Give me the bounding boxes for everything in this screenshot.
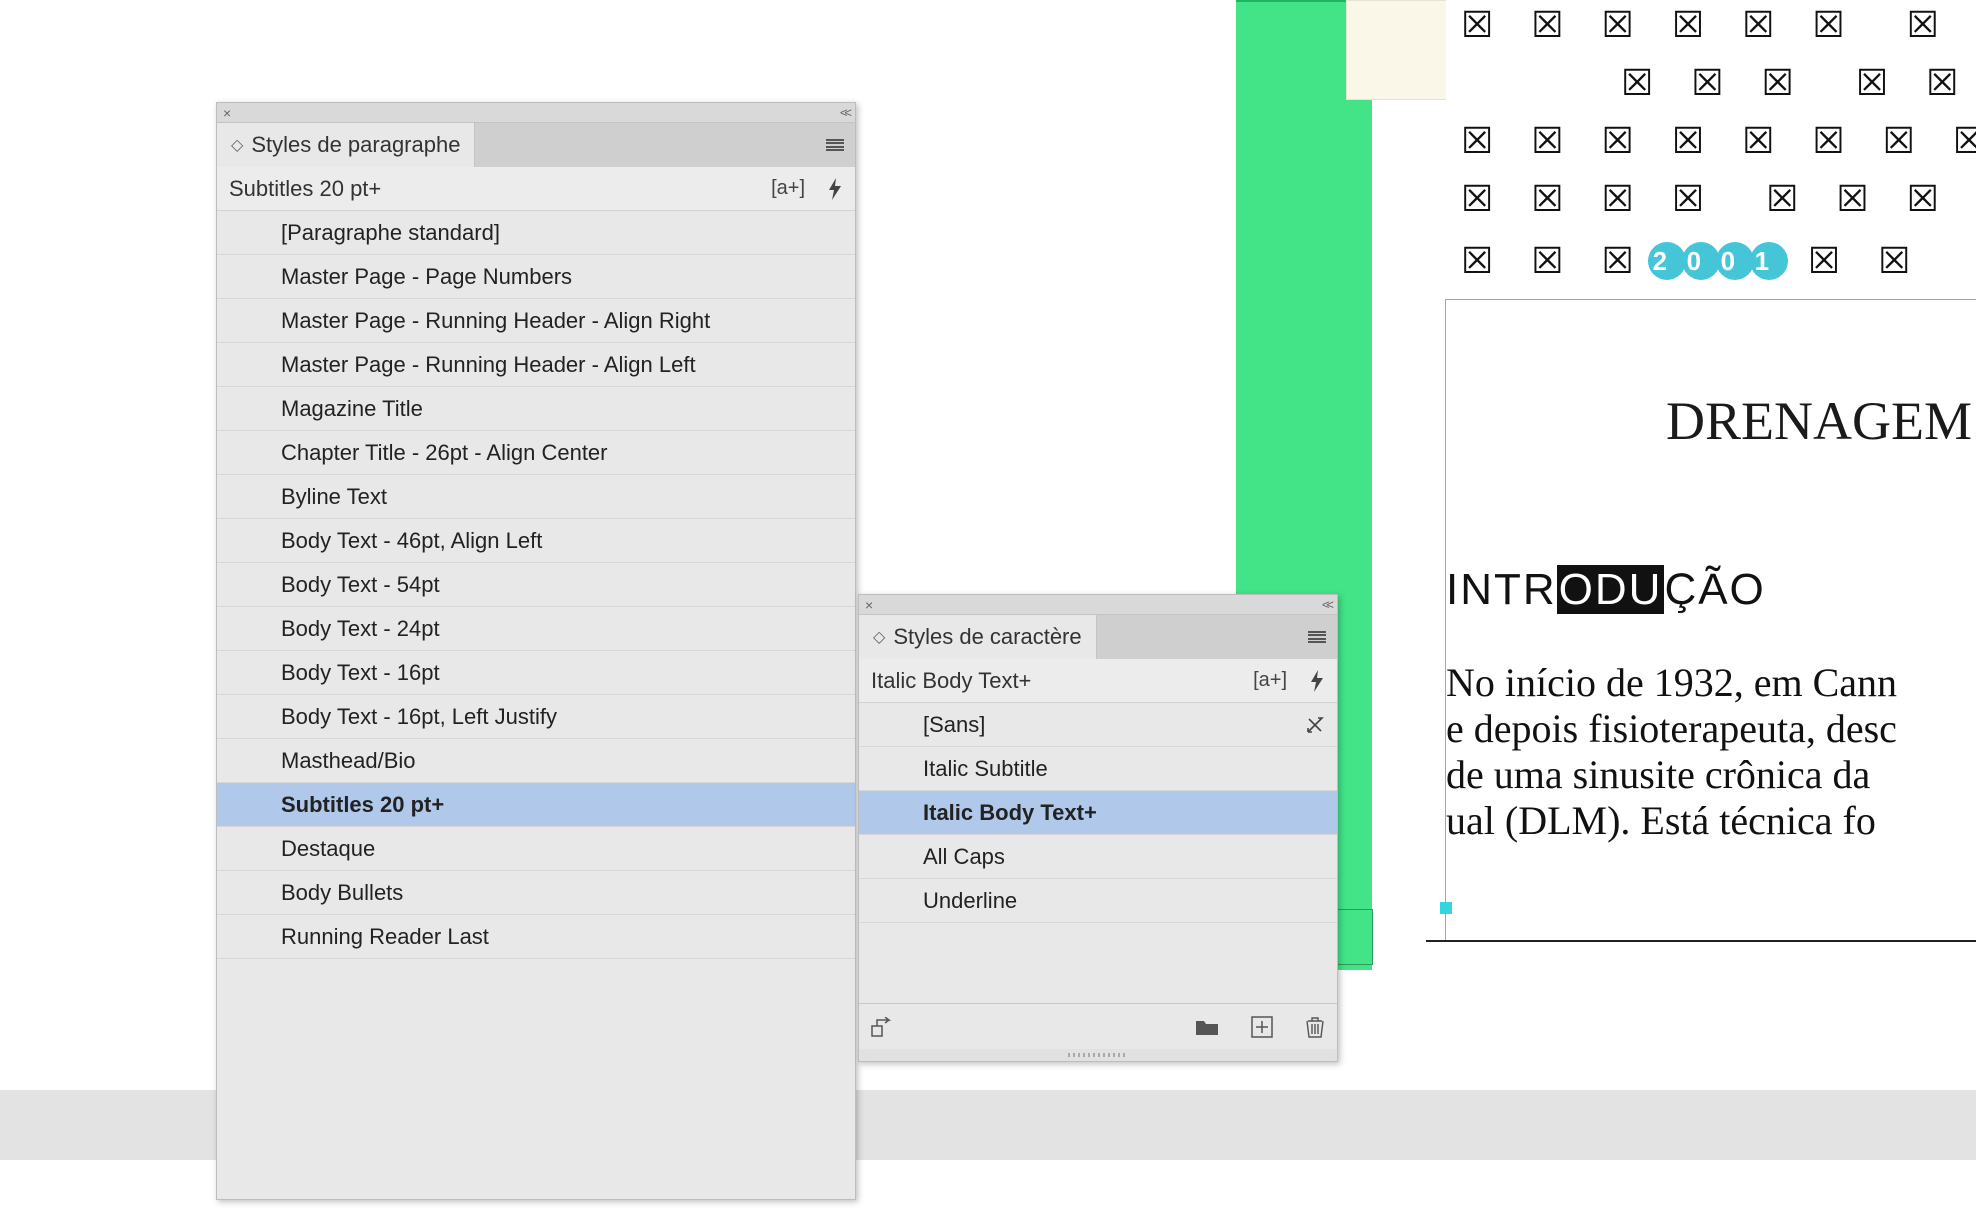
character-style-item[interactable]: Italic Subtitle bbox=[859, 747, 1337, 791]
panel-flyout-menu[interactable] bbox=[1297, 615, 1337, 659]
character-style-item[interactable]: Italic Body Text+ bbox=[859, 791, 1337, 835]
year-pill-1: 1 bbox=[1750, 242, 1788, 280]
collapse-icon[interactable]: << bbox=[840, 105, 849, 120]
panel-footer bbox=[859, 1003, 1337, 1049]
paragraph-style-item[interactable]: Body Text - 46pt, Align Left bbox=[217, 519, 855, 563]
paragraph-style-item[interactable]: Body Text - 16pt bbox=[217, 651, 855, 695]
close-icon[interactable]: × bbox=[865, 597, 873, 613]
frame-handle[interactable] bbox=[1440, 902, 1452, 914]
paragraph-style-item[interactable]: Master Page - Page Numbers bbox=[217, 255, 855, 299]
paragraph-style-item[interactable]: Magazine Title bbox=[217, 387, 855, 431]
current-style-label: Italic Body Text+ bbox=[871, 668, 1031, 694]
current-style-row: Italic Body Text+ [a+] bbox=[859, 659, 1337, 703]
menu-icon bbox=[826, 139, 844, 151]
tab-label: Styles de paragraphe bbox=[251, 132, 460, 158]
current-style-row: Subtitles 20 pt+ [a+] bbox=[217, 167, 855, 211]
character-style-list[interactable]: [Sans]Italic SubtitleItalic Body Text+Al… bbox=[859, 703, 1337, 923]
paragraph-style-item[interactable]: Masthead/Bio bbox=[217, 739, 855, 783]
missing-glyph-block: ☒ ☒ ☒ ☒ ☒ ☒ ☒ ☒ ☒ ☒ ☒ ☒ ☒ ☒ ☒ ☒ ☒ ☒ ☒ ☒ … bbox=[1461, 0, 1966, 290]
paragraph-style-item[interactable]: Master Page - Running Header - Align Rig… bbox=[217, 299, 855, 343]
paragraph-style-item[interactable]: [Paragraphe standard] bbox=[217, 211, 855, 255]
document-canvas[interactable]: ☒ ☒ ☒ ☒ ☒ ☒ ☒ ☒ ☒ ☒ ☒ ☒ ☒ ☒ ☒ ☒ ☒ ☒ ☒ ☒ … bbox=[1236, 0, 1976, 1210]
paragraph-style-item[interactable]: Subtitles 20 pt+ bbox=[217, 783, 855, 827]
text-frame-outline[interactable] bbox=[1446, 300, 1976, 940]
panel-flyout-menu[interactable] bbox=[815, 123, 855, 167]
paragraph-style-item[interactable]: Chapter Title - 26pt - Align Center bbox=[217, 431, 855, 475]
close-icon[interactable]: × bbox=[223, 105, 231, 121]
paragraph-style-item[interactable]: Master Page - Running Header - Align Lef… bbox=[217, 343, 855, 387]
paragraph-style-item[interactable]: Running Reader Last bbox=[217, 915, 855, 959]
year-pill-0a: 0 bbox=[1682, 242, 1720, 280]
paragraph-style-item[interactable]: Body Text - 24pt bbox=[217, 607, 855, 651]
tab-paragraph-styles[interactable]: ◇ Styles de paragraphe bbox=[217, 123, 475, 167]
clear-overrides-icon[interactable]: [a+] bbox=[1253, 669, 1287, 692]
year-pill-2: 2 bbox=[1648, 242, 1686, 280]
paragraph-style-list[interactable]: [Paragraphe standard]Master Page - Page … bbox=[217, 211, 855, 959]
panel-resize-gripper[interactable] bbox=[859, 1049, 1337, 1061]
create-new-style-icon[interactable] bbox=[1251, 1016, 1273, 1038]
character-style-item[interactable]: [Sans] bbox=[859, 703, 1337, 747]
panel-titlebar[interactable]: × << bbox=[859, 595, 1337, 615]
current-style-label: Subtitles 20 pt+ bbox=[229, 176, 381, 202]
not-editable-icon bbox=[1305, 715, 1325, 735]
collapse-icon[interactable]: << bbox=[1322, 597, 1331, 612]
quick-apply-icon[interactable] bbox=[827, 178, 843, 200]
character-styles-panel[interactable]: × << ◇ Styles de caractère Italic Body T… bbox=[858, 594, 1338, 1062]
expand-collapse-icon[interactable]: ◇ bbox=[873, 627, 885, 647]
year-pill-0b: 0 bbox=[1716, 242, 1754, 280]
character-style-item[interactable]: Underline bbox=[859, 879, 1337, 923]
paragraph-style-item[interactable]: Destaque bbox=[217, 827, 855, 871]
paragraph-style-item[interactable]: Body Text - 54pt bbox=[217, 563, 855, 607]
style-list-empty-area bbox=[859, 923, 1337, 1003]
tab-label: Styles de caractère bbox=[893, 624, 1081, 650]
panel-tab-row: ◇ Styles de caractère bbox=[859, 615, 1337, 659]
expand-collapse-icon[interactable]: ◇ bbox=[231, 135, 243, 155]
paragraph-style-item[interactable]: Body Text - 16pt, Left Justify bbox=[217, 695, 855, 739]
delete-style-icon[interactable] bbox=[1305, 1016, 1325, 1038]
bottom-rule bbox=[1426, 940, 1976, 942]
panel-tab-row: ◇ Styles de paragraphe bbox=[217, 123, 855, 167]
map-styles-icon[interactable] bbox=[871, 1017, 893, 1037]
paragraph-style-item[interactable]: Byline Text bbox=[217, 475, 855, 519]
paragraph-style-item[interactable]: Body Bullets bbox=[217, 871, 855, 915]
panel-titlebar[interactable]: × << bbox=[217, 103, 855, 123]
quick-apply-icon[interactable] bbox=[1309, 670, 1325, 692]
paragraph-styles-panel[interactable]: × << ◇ Styles de paragraphe Subtitles 20… bbox=[216, 102, 856, 1200]
character-style-item[interactable]: All Caps bbox=[859, 835, 1337, 879]
clear-overrides-icon[interactable]: [a+] bbox=[771, 177, 805, 200]
new-style-group-icon[interactable] bbox=[1195, 1018, 1219, 1036]
menu-icon bbox=[1308, 631, 1326, 643]
tab-character-styles[interactable]: ◇ Styles de caractère bbox=[859, 615, 1097, 659]
